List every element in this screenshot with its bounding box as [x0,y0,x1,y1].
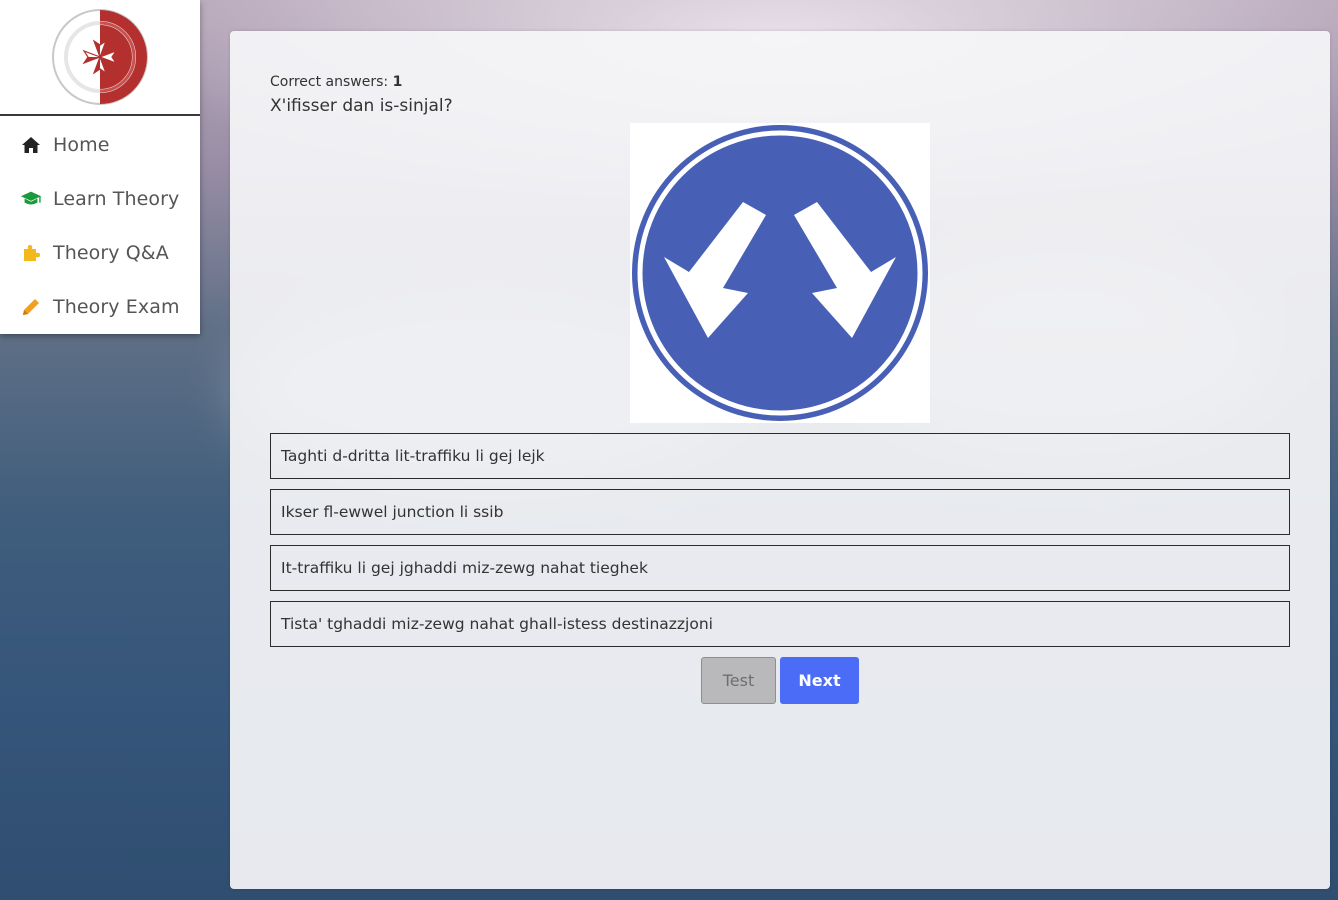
test-button[interactable]: Test [701,657,776,704]
answer-list: Taghti d-dritta lit-traffiku li gej lejk… [270,433,1290,657]
sidebar-item-label: Home [53,134,110,156]
answer-option[interactable]: Taghti d-dritta lit-traffiku li gej lejk [270,433,1290,479]
answer-option[interactable]: Ikser fl-ewwel junction li ssib [270,489,1290,535]
steering-wheel-logo-icon [52,9,148,105]
pencil-icon [20,297,42,317]
sidebar-item-theory-qa[interactable]: Theory Q&A [0,226,200,280]
sidebar: Home Learn Theory Theory Q&A Theory Exam [0,0,200,334]
sidebar-item-theory-exam[interactable]: Theory Exam [0,280,200,334]
answer-option[interactable]: It-traffiku li gej jghaddi miz-zewg naha… [270,545,1290,591]
graduation-cap-icon [20,189,42,209]
question-text: X'ifisser dan is-sinjal? [270,96,453,116]
sidebar-item-home[interactable]: Home [0,118,200,172]
correct-answers-counter: Correct answers: 1 [270,74,402,90]
home-icon [20,135,42,155]
quiz-card: Correct answers: 1 X'ifisser dan is-sinj… [230,31,1330,889]
next-button[interactable]: Next [780,657,859,704]
logo[interactable] [0,0,200,116]
sidebar-item-label: Theory Exam [53,296,180,318]
correct-answers-count: 1 [392,74,403,90]
answer-option[interactable]: Tista' tghaddi miz-zewg nahat ghall-iste… [270,601,1290,647]
quiz-actions: Test Next [701,657,859,704]
sidebar-item-label: Theory Q&A [53,242,169,264]
sidebar-item-label: Learn Theory [53,188,180,210]
pass-either-side-sign-icon [632,125,928,421]
correct-answers-label: Correct answers: [270,74,389,90]
sidebar-item-learn-theory[interactable]: Learn Theory [0,172,200,226]
road-sign-image [630,123,930,423]
puzzle-icon [20,243,42,263]
